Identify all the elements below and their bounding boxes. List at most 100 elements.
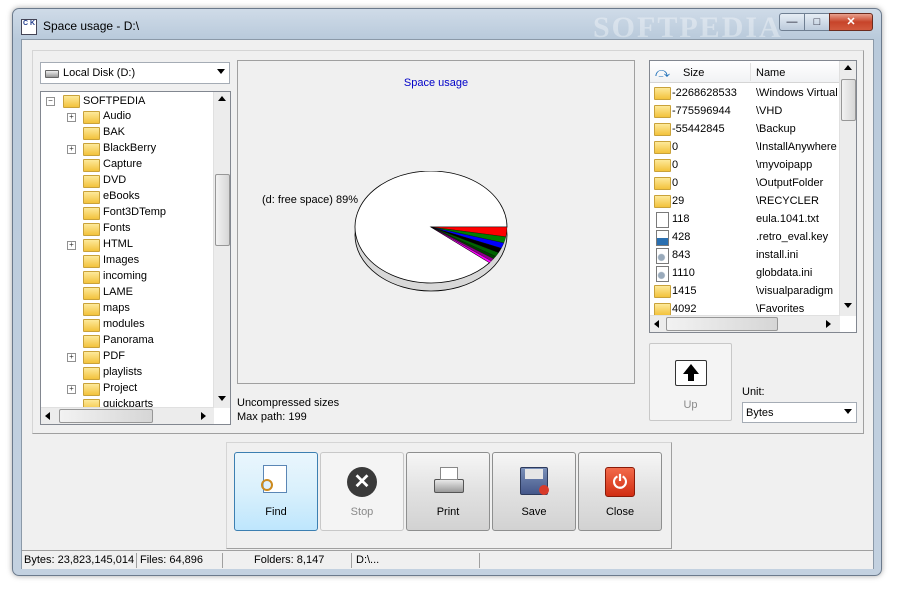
file-list[interactable]: ⤼ Size Name -2268628533 \Windows Virtual -… — [649, 60, 857, 333]
print-button[interactable]: Print — [406, 452, 490, 531]
tree-hscroll-thumb[interactable] — [59, 409, 153, 423]
tree-item-label: playlists — [103, 366, 143, 378]
scroll-down-arrow[interactable] — [218, 396, 226, 401]
stop-icon: ✕ — [347, 467, 377, 497]
chart-title: Space usage — [403, 77, 469, 89]
file-row[interactable]: 118 eula.1041.txt — [650, 211, 840, 229]
app-window: C K Space usage - D:\ SOFTPEDIA — □ ✕ Lo… — [12, 8, 882, 576]
app-icon: C K — [21, 19, 37, 35]
file-row[interactable]: 1110 globdata.ini — [650, 265, 840, 283]
tree-item-label: BlackBerry — [103, 142, 157, 154]
file-name: \VHD — [756, 105, 783, 117]
scroll-up-arrow[interactable] — [844, 65, 852, 70]
expand-icon[interactable]: + — [67, 241, 76, 250]
tree-item-label: Project — [103, 382, 138, 394]
folder-icon — [654, 177, 671, 190]
close-window-button[interactable]: ✕ — [829, 13, 873, 31]
file-size: -2268628533 — [672, 87, 737, 99]
scroll-right-arrow[interactable] — [826, 320, 831, 328]
up-arrow-stem — [688, 374, 694, 381]
save-button[interactable]: Save — [492, 452, 576, 531]
file-row[interactable]: 428 .retro_eval.key — [650, 229, 840, 247]
tree-item-label: Panorama — [103, 334, 154, 346]
tree-item-label: DVD — [103, 174, 127, 186]
up-arrow-icon — [683, 364, 699, 374]
status-bytes: Bytes: 23,823,145,014 — [24, 554, 135, 566]
tree-item-label: eBooks — [103, 190, 140, 202]
tree-horizontal-scrollbar[interactable] — [41, 407, 214, 424]
file-size: 843 — [672, 249, 691, 261]
file-row[interactable]: -2268628533 \Windows Virtual — [650, 85, 840, 103]
folder-icon — [654, 141, 671, 154]
file-row[interactable]: 1415 \visualparadigm — [650, 283, 840, 301]
maximize-button[interactable]: □ — [804, 13, 830, 31]
key-file-icon — [656, 230, 669, 246]
title-bar[interactable]: C K Space usage - D:\ SOFTPEDIA — □ ✕ — [13, 9, 881, 44]
folder-icon — [83, 303, 100, 316]
unit-select[interactable]: Bytes — [742, 402, 857, 423]
stop-label: Stop — [350, 506, 374, 518]
up-button-label: Up — [683, 399, 698, 411]
file-size: 1415 — [672, 285, 697, 297]
save-arrow-icon — [539, 485, 549, 495]
tree-item-label: modules — [103, 318, 145, 330]
column-name[interactable]: Name — [756, 67, 785, 79]
close-label: Close — [605, 506, 635, 518]
file-vertical-scrollbar[interactable] — [839, 61, 856, 316]
pie-chart — [354, 171, 508, 292]
file-name: \Windows Virtual — [756, 87, 838, 99]
folder-icon — [654, 285, 671, 298]
unit-select-value: Bytes — [746, 407, 774, 419]
status-separator — [136, 553, 137, 568]
status-folders: Folders: 8,147 — [254, 554, 325, 566]
folder-tree[interactable]: − SOFTPEDIA + Audio BAK + BlackBerry Capture DVD… — [40, 91, 231, 425]
folder-icon — [83, 111, 100, 124]
expand-icon[interactable]: + — [67, 353, 76, 362]
expand-icon[interactable]: + — [67, 145, 76, 154]
printer-icon — [434, 479, 464, 493]
tree-vertical-scrollbar[interactable] — [213, 92, 230, 408]
folder-icon — [654, 123, 671, 136]
file-row[interactable]: 0 \OutputFolder — [650, 175, 840, 193]
drive-select[interactable]: Local Disk (D:) — [40, 62, 230, 84]
scroll-up-arrow[interactable] — [218, 96, 226, 101]
scroll-left-arrow[interactable] — [45, 412, 50, 420]
stop-button[interactable]: ✕ Stop — [320, 452, 404, 531]
file-hscroll-thumb[interactable] — [666, 317, 778, 331]
file-row[interactable]: 0 \InstallAnywhere — [650, 139, 840, 157]
status-bar: Bytes: 23,823,145,014 Files: 64,896 Fold… — [22, 550, 873, 569]
file-name: install.ini — [756, 249, 799, 261]
file-horizontal-scrollbar[interactable] — [650, 315, 840, 332]
file-scroll-thumb[interactable] — [841, 79, 856, 121]
scroll-right-arrow[interactable] — [201, 412, 206, 420]
tree-item-label: maps — [103, 302, 130, 314]
up-button[interactable]: Up — [649, 343, 732, 421]
close-button[interactable]: ⏻ Close — [578, 452, 662, 531]
tree-scroll-thumb[interactable] — [215, 174, 230, 246]
tree-item-label: Audio — [103, 110, 132, 122]
file-name: \visualparadigm — [756, 285, 834, 297]
folder-icon — [63, 95, 80, 108]
file-list-header: ⤼ Size Name — [650, 61, 840, 83]
collapse-icon[interactable]: − — [46, 97, 55, 106]
folder-icon — [83, 287, 100, 300]
find-button[interactable]: Find — [234, 452, 318, 531]
file-row[interactable]: 29 \RECYCLER — [650, 193, 840, 211]
scroll-down-arrow[interactable] — [844, 303, 852, 308]
expand-icon[interactable]: + — [67, 113, 76, 122]
status-separator — [479, 553, 480, 568]
column-size[interactable]: Size — [683, 67, 704, 79]
scroll-left-arrow[interactable] — [654, 320, 659, 328]
file-row[interactable]: 843 install.ini — [650, 247, 840, 265]
power-icon: ⏻ — [605, 467, 635, 497]
minimize-button[interactable]: — — [779, 13, 805, 31]
find-label: Find — [265, 506, 287, 518]
unit-label: Unit: — [742, 386, 765, 398]
drive-select-value: Local Disk (D:) — [63, 67, 136, 79]
file-row[interactable]: -775596944 \VHD — [650, 103, 840, 121]
folder-icon — [83, 143, 100, 156]
refresh-icon[interactable]: ⤼ — [655, 64, 670, 81]
file-row[interactable]: 0 \myvoipapp — [650, 157, 840, 175]
file-row[interactable]: -55442845 \Backup — [650, 121, 840, 139]
expand-icon[interactable]: + — [67, 385, 76, 394]
